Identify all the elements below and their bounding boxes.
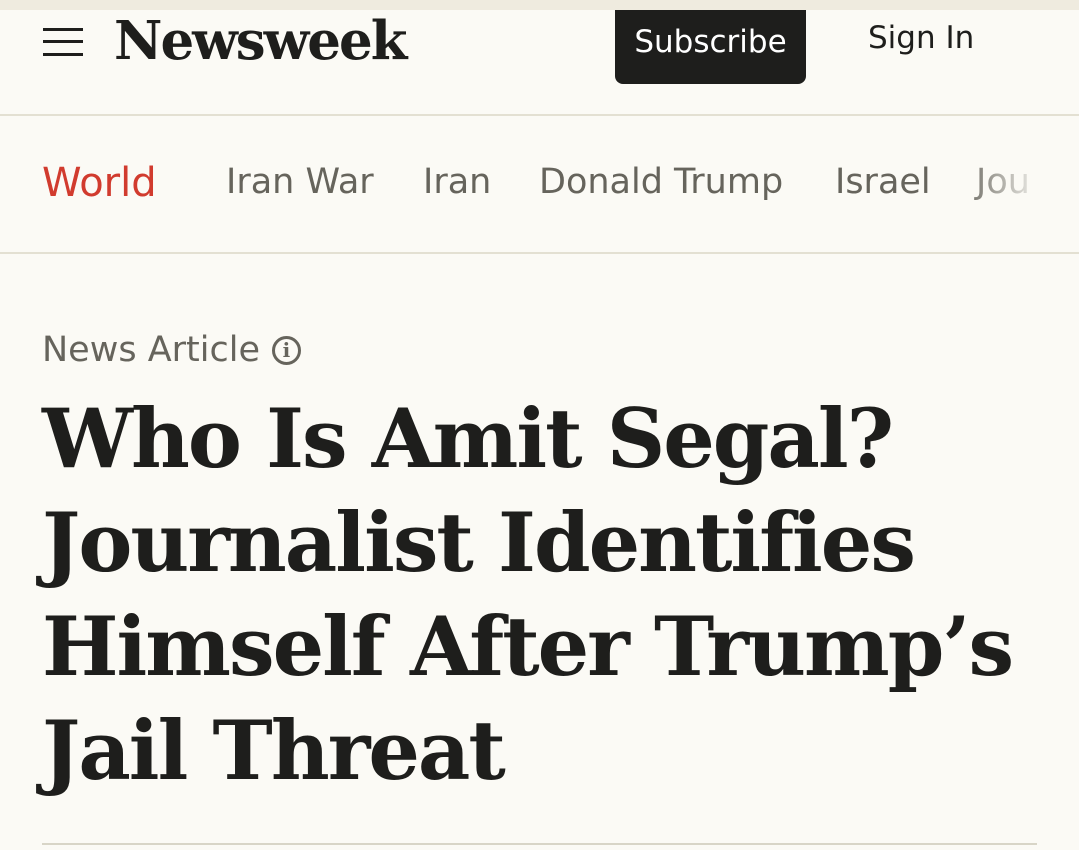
nav-item-israel[interactable]: Israel xyxy=(835,162,931,202)
article-type-label: News Article i xyxy=(42,330,301,370)
top-strip xyxy=(0,0,1079,10)
headline-divider xyxy=(42,843,1037,845)
newsweek-logo[interactable]: Newsweek xyxy=(114,10,407,72)
nav-item-truncated[interactable]: Jou xyxy=(976,162,1030,202)
menu-icon[interactable] xyxy=(43,24,83,60)
article-headline: Who Is Amit Segal? Journalist Identifies… xyxy=(42,392,1014,799)
article-type-text: News Article xyxy=(42,330,260,370)
nav-item-donald-trump[interactable]: Donald Trump xyxy=(539,162,783,202)
nav-item-iran-war[interactable]: Iran War xyxy=(226,162,374,202)
subscribe-button[interactable]: Subscribe xyxy=(615,10,806,84)
nav-item-iran[interactable]: Iran xyxy=(423,162,491,202)
sign-in-link[interactable]: Sign In xyxy=(868,20,974,56)
section-nav: World Iran War Iran Donald Trump Israel … xyxy=(0,116,1079,254)
nav-section-world[interactable]: World xyxy=(42,160,157,206)
info-icon[interactable]: i xyxy=(271,335,301,365)
site-header: Newsweek Subscribe Sign In xyxy=(0,10,1079,116)
